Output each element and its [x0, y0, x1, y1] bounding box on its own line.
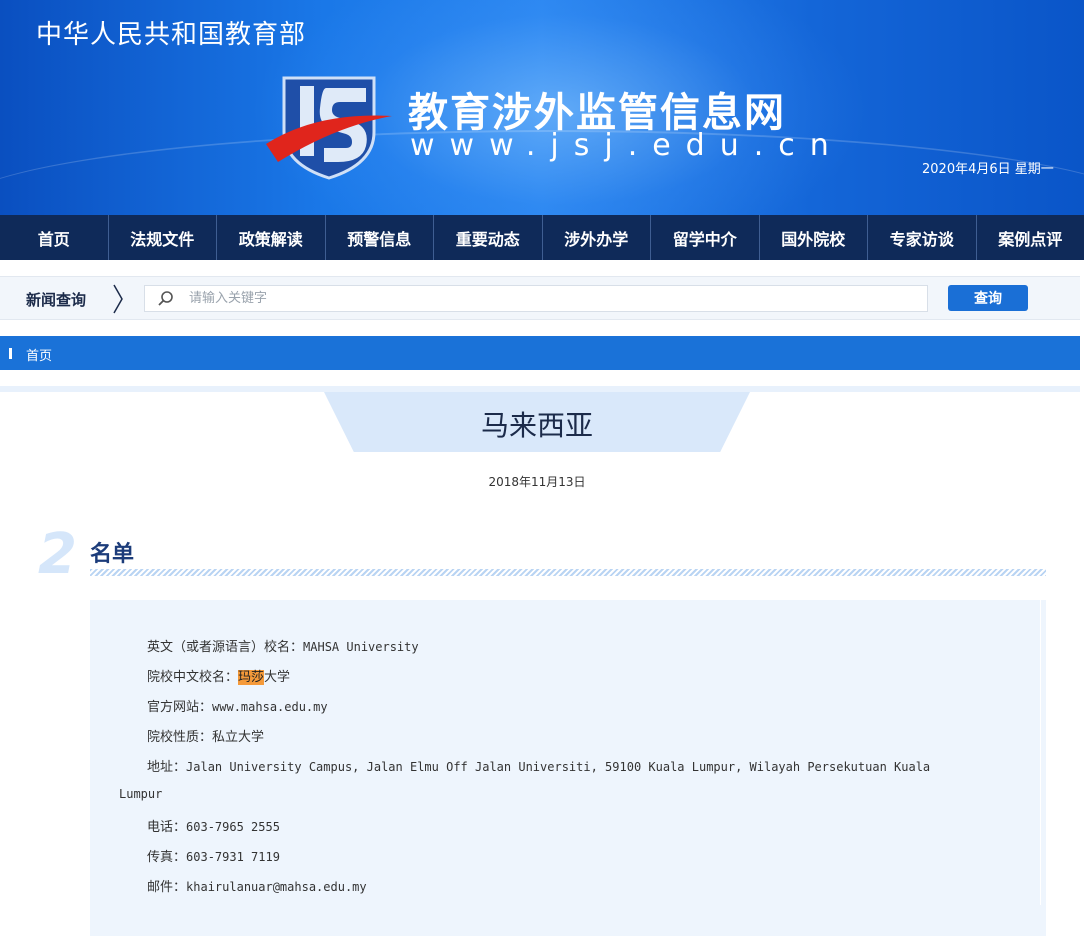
website-link[interactable]: www.mahsa.edu.my: [212, 700, 328, 714]
chevron-right-icon: [113, 284, 123, 314]
info-fax: 传真：603-7931 7119: [147, 846, 280, 865]
type-label: 院校性质：: [147, 730, 213, 745]
cn-name-label: 院校中文校名：: [147, 670, 239, 685]
search-input[interactable]: [189, 286, 919, 311]
school-info-box: 英文（或者源语言）校名：MAHSA University 院校中文校名：玛莎大学…: [90, 600, 1046, 936]
publish-date: 2018年11月13日: [488, 475, 586, 489]
info-email: 邮件：khairulanuar@mahsa.edu.my: [147, 876, 367, 895]
nav-item-agencies[interactable]: 留学中介: [651, 215, 760, 260]
address-value-continued: Lumpur: [119, 787, 163, 801]
fax-label: 传真：: [147, 850, 187, 865]
cn-name-rest: 大学: [264, 670, 291, 685]
website-label: 官方网站：: [147, 700, 213, 715]
info-en-name: 英文（或者源语言）校名：MAHSA University: [147, 636, 419, 655]
address-value: Jalan University Campus, Jalan Elmu Off …: [186, 760, 931, 774]
breadcrumb-marker: [9, 348, 12, 359]
address-label: 地址：: [147, 760, 187, 775]
search-label: 新闻查询: [26, 291, 87, 309]
en-name-label: 英文（或者源语言）校名：: [147, 640, 304, 655]
nav-item-regulations[interactable]: 法规文件: [109, 215, 217, 260]
en-name-value: MAHSA University: [303, 640, 419, 654]
info-cn-name: 院校中文校名：玛莎大学: [147, 666, 290, 685]
breadcrumb: 首页: [0, 336, 1080, 370]
main-nav: 首页 法规文件 政策解读 预警信息 重要动态 涉外办学 留学中介 国外院校 专家…: [0, 215, 1084, 260]
section-title: 名单: [90, 542, 135, 567]
nav-item-policy[interactable]: 政策解读: [217, 215, 326, 260]
info-address: 地址：Jalan University Campus, Jalan Elmu O…: [147, 756, 930, 775]
fax-value: 603-7931 7119: [186, 850, 280, 864]
nav-item-warnings[interactable]: 预警信息: [326, 215, 434, 260]
type-value: 私立大学: [212, 730, 265, 745]
nav-item-foreign-schools[interactable]: 国外院校: [760, 215, 868, 260]
nav-item-home[interactable]: 首页: [0, 215, 109, 260]
header-banner: 中华人民共和国教育部 教育涉外监管信息网 www.jsj.edu.cn 2020…: [0, 0, 1084, 215]
search-button[interactable]: 查询: [948, 285, 1028, 311]
info-type: 院校性质：私立大学: [147, 726, 264, 745]
info-box-edge: [1040, 600, 1041, 905]
current-date: 2020年4月6日 星期一: [922, 162, 1054, 177]
section-number: 2: [38, 522, 77, 587]
nav-item-cases[interactable]: 案例点评: [977, 215, 1084, 260]
nav-item-cooperation[interactable]: 涉外办学: [543, 215, 651, 260]
cn-name-highlight: 玛莎: [238, 670, 265, 685]
search-field: [144, 285, 928, 312]
ministry-name[interactable]: 中华人民共和国教育部: [36, 14, 306, 51]
phone-value: 603-7965 2555: [186, 820, 280, 834]
info-phone: 电话：603-7965 2555: [147, 816, 280, 835]
email-value[interactable]: khairulanuar@mahsa.edu.my: [186, 880, 367, 894]
nav-item-interviews[interactable]: 专家访谈: [868, 215, 977, 260]
site-logo-icon[interactable]: [266, 72, 392, 180]
phone-label: 电话：: [147, 820, 187, 835]
nav-item-news[interactable]: 重要动态: [434, 215, 543, 260]
search-icon: [158, 291, 173, 306]
email-label: 邮件：: [147, 880, 187, 895]
breadcrumb-home-link[interactable]: 首页: [26, 345, 52, 364]
content-divider: [0, 386, 1080, 392]
page-title: 马来西亚: [480, 409, 593, 442]
news-search-bar: 新闻查询 查询: [0, 276, 1080, 320]
info-website: 官方网站：www.mahsa.edu.my: [147, 696, 328, 715]
section-divider: [90, 569, 1046, 576]
site-url: www.jsj.edu.cn: [410, 128, 844, 163]
